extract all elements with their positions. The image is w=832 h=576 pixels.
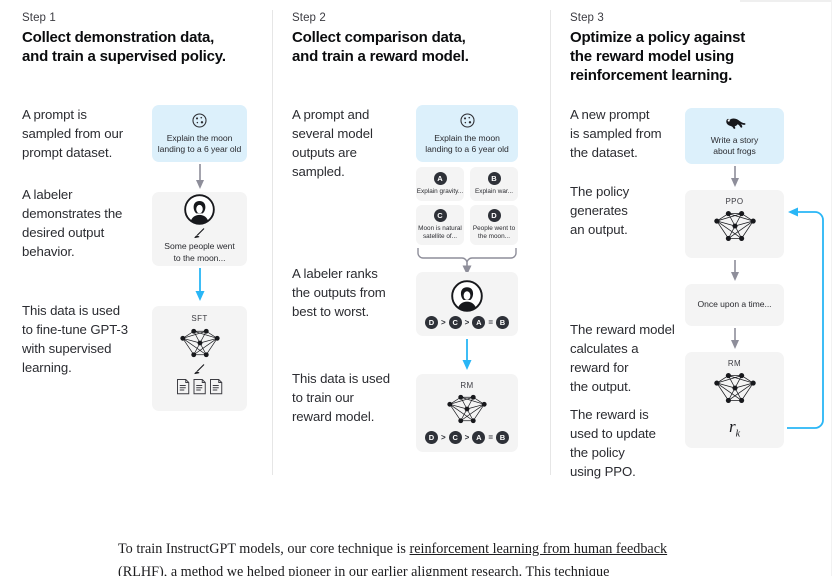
rank-item-4: B xyxy=(496,315,509,329)
labeler-avatar-icon xyxy=(451,279,483,312)
step-3-arrow-3 xyxy=(731,328,739,349)
step-2-prompt-text: Explain the moon landing to a 6 year old xyxy=(425,132,509,155)
step-3-rm-label: RM xyxy=(727,359,742,368)
rank-op-2: > xyxy=(464,317,470,327)
option-c-text: Moon is natural satellite of... xyxy=(418,225,462,240)
labeler-avatar-icon xyxy=(184,194,215,225)
rm-rank-op-3: = xyxy=(488,433,493,442)
step-3-prompt-text: Write a story about frogs xyxy=(710,134,759,157)
step-3-paragraph-3: The reward model calculates a reward for… xyxy=(570,322,675,394)
step-1-labeler-box: Some people went to the moon... xyxy=(152,192,247,266)
footer-text-before: To train InstructGPT models, our core te… xyxy=(118,541,410,557)
neural-network-icon xyxy=(179,328,220,358)
step-1-sft-box: SFT xyxy=(152,306,247,411)
step-1-column: Step 1 Collect demonstration data, and t… xyxy=(0,0,272,480)
step-2-option-c: C Moon is natural satellite of... xyxy=(416,205,464,245)
step-2-prompt-box: Explain the moon landing to a 6 year old xyxy=(416,105,518,162)
neural-network-icon xyxy=(713,211,756,241)
step-2-paragraph-2: A labeler ranks the outputs from best to… xyxy=(292,266,386,319)
step-3-paragraph-4: The reward is used to update the policy … xyxy=(570,407,656,479)
step-1-sft-label: SFT xyxy=(191,314,208,323)
step-3-reward-box: rk xyxy=(685,408,784,448)
rank-item-2: C xyxy=(448,315,462,329)
step-3-arrow-2 xyxy=(731,260,739,281)
option-c-badge: C xyxy=(433,209,447,222)
step-2-label: Step 2 xyxy=(292,12,326,24)
step-3-label: Step 3 xyxy=(570,12,604,24)
step-3-ppo-box: PPO xyxy=(685,190,784,258)
rank-item-3: A xyxy=(472,315,486,329)
option-b-text: Explain war... xyxy=(474,188,513,195)
instructgpt-rlhf-diagram-page: Step 1 Collect demonstration data, and t… xyxy=(0,0,832,576)
step-1-arrow-1 xyxy=(196,164,204,189)
pencil-icon xyxy=(194,228,205,239)
step-1-paragraph-3: This data is used to fine-tune GPT-3 wit… xyxy=(22,303,128,375)
rank-op-3: = xyxy=(488,317,493,327)
step-2-option-d: D People went to the moon... xyxy=(470,205,518,245)
step-1-prompt-text: Explain the moon landing to a 6 year old xyxy=(157,132,242,155)
step-2-rm-ranking-row: D > C > A = B xyxy=(424,431,509,444)
step-1-paragraph-1: A prompt is sampled from our prompt data… xyxy=(22,107,124,160)
option-d-text: People went to the moon... xyxy=(472,225,516,240)
rm-rank-op-1: > xyxy=(440,433,446,442)
step-2-arrow-2 xyxy=(462,339,472,370)
rm-rank-item-4: B xyxy=(496,431,509,444)
rm-rank-op-2: > xyxy=(464,433,470,442)
moon-icon xyxy=(192,112,207,128)
rm-rank-item-1: D xyxy=(424,431,438,444)
option-b-badge: B xyxy=(487,172,501,185)
pencil-icon xyxy=(194,364,205,375)
option-a-badge: A xyxy=(433,172,447,185)
step-3-output-box: Once upon a time... xyxy=(685,284,784,326)
step-2-option-a: A Explain gravity... xyxy=(416,167,464,201)
rm-rank-item-2: C xyxy=(448,431,462,444)
step-1-arrow-2 xyxy=(195,268,205,301)
step-3-ppo-label: PPO xyxy=(725,197,744,206)
step-3-paragraph-2: The policy generates an output. xyxy=(570,184,630,237)
step-2-column: Step 2 Collect comparison data, and trai… xyxy=(272,0,550,480)
step-2-labeler-box: D > C > A = B xyxy=(416,272,518,336)
reward-symbol-subscript: k xyxy=(735,428,741,440)
neural-network-icon xyxy=(713,373,756,403)
ppo-feedback-loop-arrow xyxy=(787,207,824,429)
step-1-title: Collect demonstration data, and train a … xyxy=(22,29,226,65)
option-a-text: Explain gravity... xyxy=(416,188,464,195)
step-2-paragraph-3: This data is used to train our reward mo… xyxy=(292,371,390,424)
step-3-output-text: Once upon a time... xyxy=(697,299,772,310)
rm-rank-item-3: A xyxy=(472,431,486,444)
step-1-paragraph-2: A labeler demonstrates the desired outpu… xyxy=(22,187,123,259)
rank-op-1: > xyxy=(440,317,446,327)
frog-icon xyxy=(725,117,745,129)
reward-symbol-base: r xyxy=(728,416,736,436)
step-2-rm-box: RM D > C > A = B xyxy=(416,374,518,452)
step-1-label: Step 1 xyxy=(22,12,56,24)
neural-network-icon xyxy=(447,394,487,424)
reward-symbol: rk xyxy=(729,417,740,439)
step-2-rm-label: RM xyxy=(460,381,474,390)
step-2-option-b: B Explain war... xyxy=(470,167,518,201)
step-1-labeler-text: Some people went to the moon... xyxy=(164,241,235,263)
step-1-prompt-box: Explain the moon landing to a 6 year old xyxy=(152,105,247,162)
documents-icon xyxy=(176,379,222,395)
rank-item-1: D xyxy=(424,315,438,329)
step-2-merge-brace-arrow xyxy=(417,248,517,275)
footer-paragraph: To train InstructGPT models, our core te… xyxy=(118,538,718,576)
moon-icon xyxy=(459,112,475,128)
option-d-badge: D xyxy=(487,209,501,222)
step-3-title: Optimize a policy against the reward mod… xyxy=(570,29,746,84)
step-3-paragraph-1: A new prompt is sampled from the dataset… xyxy=(570,107,662,160)
step-2-title: Collect comparison data, and train a rew… xyxy=(292,29,469,65)
step-3-arrow-1 xyxy=(731,166,739,187)
step-3-prompt-box: Write a story about frogs xyxy=(685,108,784,164)
footer-text-after: , a method we helped pioneer in our earl… xyxy=(163,564,610,576)
step-2-ranking-row: D > C > A = B xyxy=(424,315,509,329)
step-2-paragraph-1: A prompt and several model outputs are s… xyxy=(292,107,373,179)
